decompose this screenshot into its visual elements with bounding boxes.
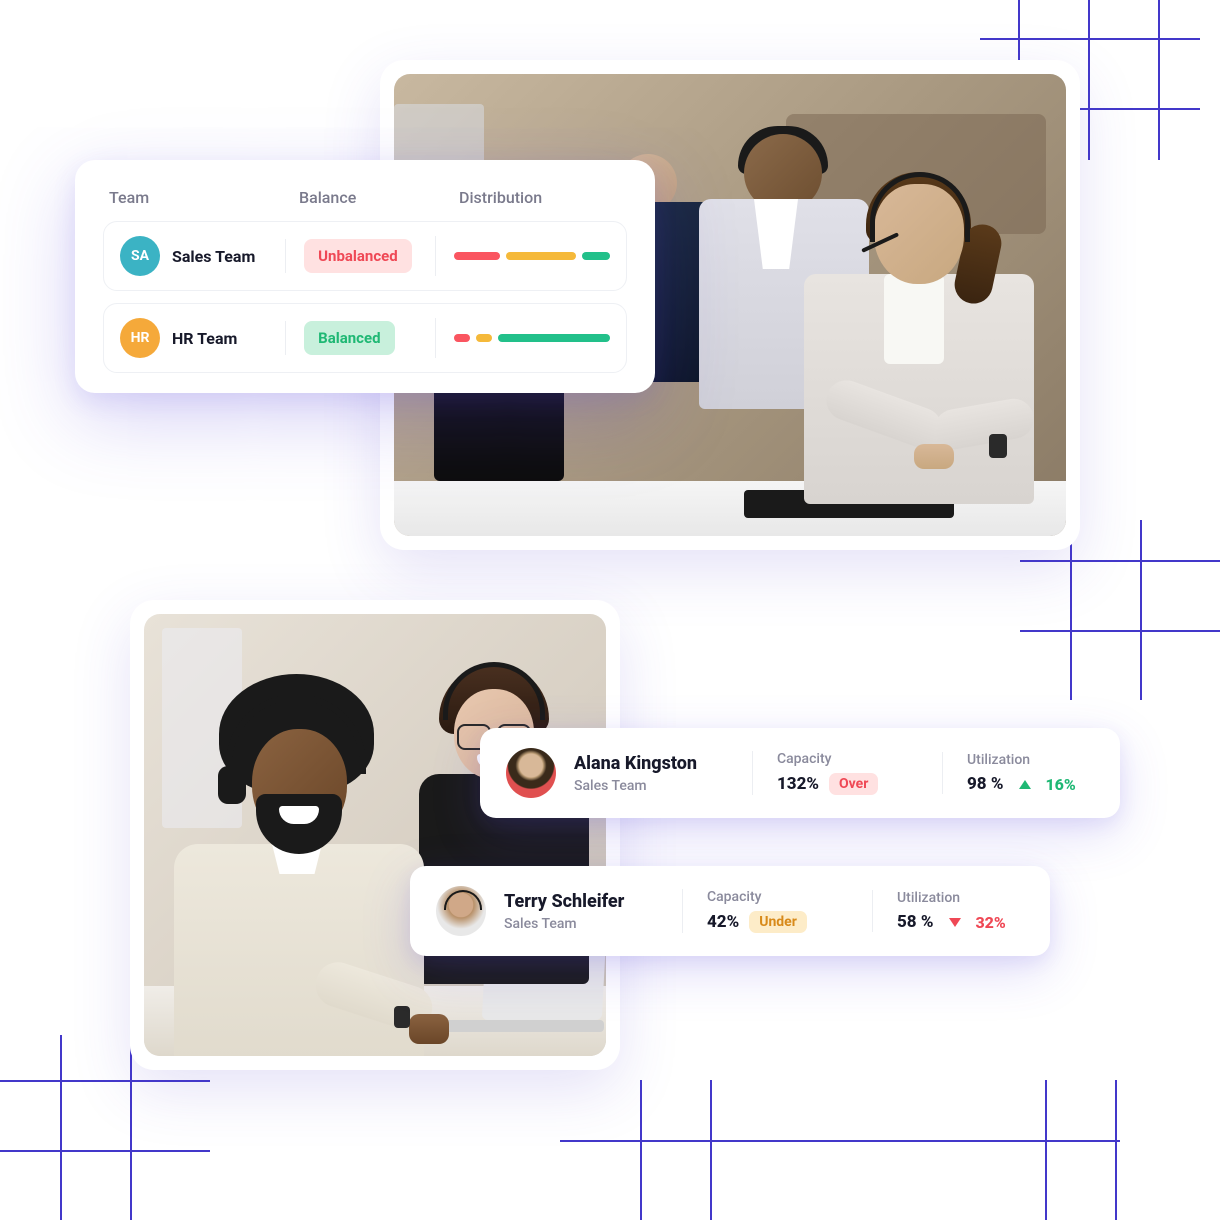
person-stat-card[interactable]: Alana Kingston Sales Team Capacity 132% …	[480, 728, 1120, 818]
col-header-team: Team	[109, 188, 299, 207]
table-row[interactable]: SA Sales Team Unbalanced	[103, 221, 627, 291]
distribution-bar	[435, 236, 610, 276]
distribution-bar	[435, 318, 610, 358]
trend-up-icon	[1019, 780, 1031, 789]
balance-badge: Unbalanced	[304, 239, 412, 273]
utilization-value: 98 %	[967, 774, 1003, 794]
utilization-delta: 16%	[1045, 775, 1075, 794]
team-name: HR Team	[172, 329, 237, 348]
person-team: Sales Team	[504, 916, 682, 932]
capacity-badge: Under	[749, 911, 807, 933]
col-header-balance: Balance	[299, 188, 459, 207]
avatar	[506, 748, 556, 798]
utilization-label: Utilization	[967, 752, 1082, 768]
avatar	[436, 886, 486, 936]
hero-photo-bottom	[130, 600, 620, 1070]
col-header-distribution: Distribution	[459, 188, 621, 207]
capacity-label: Capacity	[707, 889, 860, 905]
person-stat-card[interactable]: Terry Schleifer Sales Team Capacity 42% …	[410, 866, 1050, 956]
capacity-label: Capacity	[777, 751, 930, 767]
balance-badge: Balanced	[304, 321, 394, 355]
capacity-badge: Over	[829, 773, 878, 795]
team-avatar: HR	[120, 318, 160, 358]
trend-down-icon	[949, 918, 961, 927]
capacity-value: 132%	[777, 774, 819, 794]
capacity-value: 42%	[707, 912, 739, 932]
team-avatar: SA	[120, 236, 160, 276]
person-name: Terry Schleifer	[504, 891, 682, 912]
team-table-header: Team Balance Distribution	[103, 188, 627, 221]
team-name: Sales Team	[172, 247, 255, 266]
utilization-label: Utilization	[897, 890, 1012, 906]
person-name: Alana Kingston	[574, 753, 752, 774]
utilization-value: 58 %	[897, 912, 933, 932]
person-team: Sales Team	[574, 778, 752, 794]
table-row[interactable]: HR HR Team Balanced	[103, 303, 627, 373]
utilization-delta: 32%	[975, 913, 1005, 932]
team-balance-card: Team Balance Distribution SA Sales Team …	[75, 160, 655, 393]
